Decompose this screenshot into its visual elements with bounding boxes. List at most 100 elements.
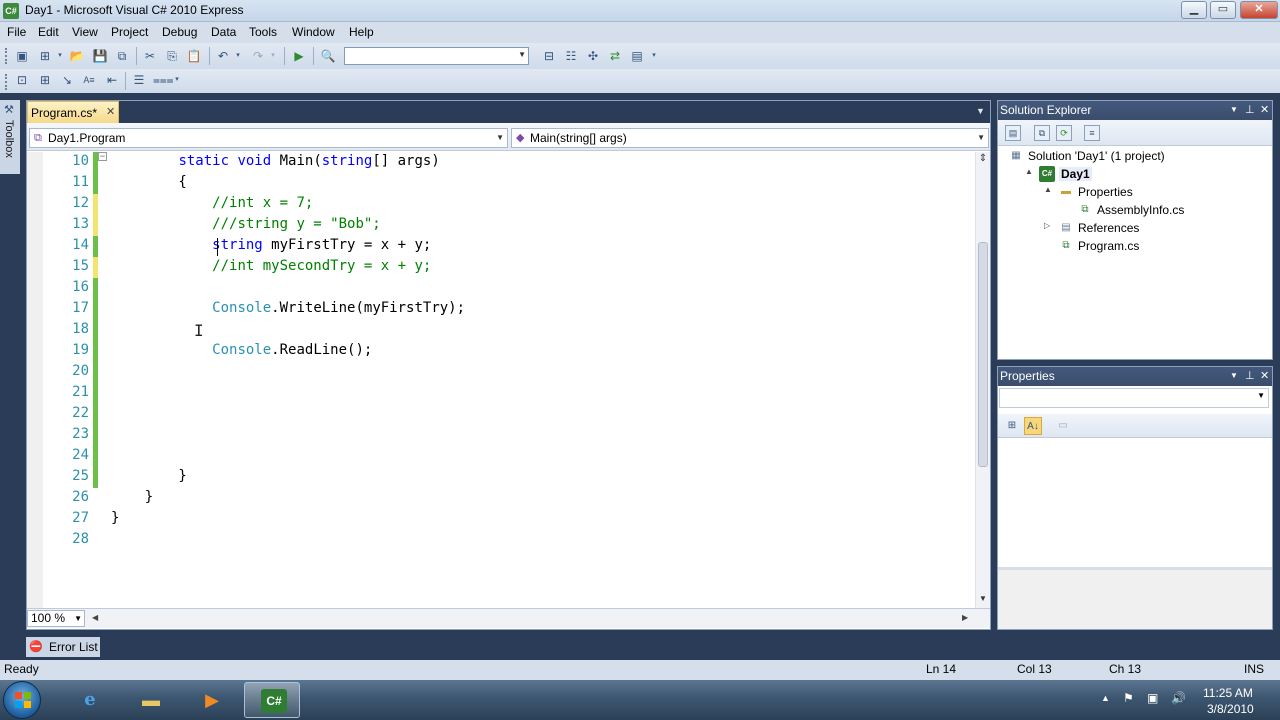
toolbar-grip[interactable] [5, 74, 8, 90]
uncomment-icon[interactable]: ⩶ [153, 72, 174, 88]
code-line[interactable]: 21 [27, 383, 975, 404]
action-center-flag-icon[interactable]: ⚑ [1123, 691, 1134, 705]
network-icon[interactable]: ▣ [1147, 691, 1158, 705]
window-position-icon[interactable]: ▼ [1230, 371, 1238, 380]
code-line[interactable]: 20 [27, 362, 975, 383]
code-line[interactable]: 16 [27, 278, 975, 299]
clock-time[interactable]: 11:25 AM [1203, 686, 1253, 700]
save-icon[interactable]: 💾 [92, 48, 108, 64]
volume-icon[interactable]: 🔊 [1171, 691, 1186, 705]
scroll-right-icon[interactable]: ▶ [962, 613, 968, 622]
redo-icon[interactable]: ↷ [250, 48, 266, 64]
code-line[interactable]: 19 Console.ReadLine(); [27, 341, 975, 362]
taskbar-internet-explorer[interactable]: e [61, 682, 117, 718]
property-pages-icon[interactable]: ▭ [1054, 417, 1072, 435]
menu-edit[interactable]: Edit [38, 25, 59, 39]
collapse-outline-icon[interactable]: − [98, 152, 107, 161]
close-button[interactable]: ✕ [1240, 1, 1278, 19]
zoom-dropdown[interactable]: 100 % ▼ [27, 610, 85, 627]
cut-icon[interactable]: ✂ [142, 48, 158, 64]
code-line[interactable]: 13 ///string y = "Bob"; [27, 215, 975, 236]
code-line[interactable]: 10 static void Main(string[] args) [27, 152, 975, 173]
menu-file[interactable]: File [7, 25, 26, 39]
word-completion-icon[interactable]: A≡ [81, 72, 97, 88]
taskbar-visual-csharp[interactable]: C# [244, 682, 300, 718]
save-all-icon[interactable]: ⧉ [114, 48, 130, 64]
code-line[interactable]: 22 [27, 404, 975, 425]
show-hidden-icons-icon[interactable]: ▲ [1101, 693, 1110, 703]
close-icon[interactable]: ✕ [106, 105, 115, 118]
find-combo[interactable]: ▼ [344, 47, 529, 65]
paste-icon[interactable]: 📋 [186, 48, 202, 64]
menu-data[interactable]: Data [211, 25, 236, 39]
clock-date[interactable]: 3/8/2010 [1207, 702, 1254, 716]
open-file-icon[interactable]: 📂 [69, 48, 85, 64]
tab-program-cs[interactable]: Program.cs* ✕ [27, 101, 119, 123]
find-in-files-icon[interactable]: 🔍 [320, 48, 336, 64]
code-line[interactable]: 27} [27, 509, 975, 530]
code-line[interactable]: 12 //int x = 7; [27, 194, 975, 215]
code-line[interactable]: 11 { [27, 173, 975, 194]
toolbar-grip[interactable] [5, 48, 8, 64]
start-page-icon[interactable]: ⇄ [607, 48, 623, 64]
alphabetical-icon[interactable]: A↓ [1024, 417, 1042, 435]
code-line[interactable]: 23 [27, 425, 975, 446]
object-members-icon[interactable]: ⊡ [14, 72, 30, 88]
close-icon[interactable]: ✕ [1260, 369, 1269, 382]
menu-window[interactable]: Window [292, 25, 335, 39]
code-line[interactable]: 25 } [27, 467, 975, 488]
code-line[interactable]: 26 } [27, 488, 975, 509]
start-debugging-icon[interactable]: ▶ [291, 48, 307, 64]
menu-help[interactable]: Help [349, 25, 374, 39]
code-line[interactable]: 24 [27, 446, 975, 467]
toolbox-tab[interactable]: ⚒ Toolbox [0, 100, 20, 174]
categorized-icon[interactable]: ⊞ [1003, 417, 1021, 435]
code-line[interactable]: 17 Console.WriteLine(myFirstTry); [27, 299, 975, 320]
member-dropdown[interactable]: ◆ Main(string[] args) ▼ [511, 128, 989, 148]
redo-dropdown-icon[interactable]: ▾ [269, 48, 277, 64]
code-line[interactable]: 15 //int mySecondTry = x + y; [27, 257, 975, 278]
code-line[interactable]: 18 [27, 320, 975, 341]
close-icon[interactable]: ✕ [1260, 103, 1269, 116]
start-button[interactable] [3, 681, 41, 719]
expand-arrow-icon[interactable]: ▷ [1044, 221, 1054, 230]
add-item-dropdown-icon[interactable]: ▾ [56, 48, 64, 64]
view-class-diagram-icon[interactable]: ≡ [1084, 125, 1100, 141]
refresh-icon[interactable]: ⟳ [1056, 125, 1072, 141]
properties-icon[interactable]: ▤ [1005, 125, 1021, 141]
undo-dropdown-icon[interactable]: ▾ [234, 48, 242, 64]
menu-debug[interactable]: Debug [162, 25, 197, 39]
show-all-files-icon[interactable]: ⧉ [1034, 125, 1050, 141]
scroll-thumb[interactable] [978, 242, 988, 467]
code-line[interactable]: 14 string myFirstTry = x + y; [27, 236, 975, 257]
parameter-info-icon[interactable]: ⊞ [37, 72, 53, 88]
new-project-icon[interactable]: ▣ [14, 48, 30, 64]
minimize-button[interactable]: ▁ [1181, 1, 1207, 19]
decrease-indent-icon[interactable]: ⇤ [104, 72, 120, 88]
object-selector-dropdown[interactable]: ▼ [999, 388, 1269, 408]
splitter-icon[interactable]: ⇕ [978, 154, 988, 164]
collapse-arrow-icon[interactable]: ▲ [1044, 185, 1054, 194]
menu-tools[interactable]: Tools [249, 25, 277, 39]
quick-info-icon[interactable]: ↘ [59, 72, 75, 88]
solution-explorer-toolbar-icon[interactable]: ⊟ [541, 48, 557, 64]
class-dropdown[interactable]: ⧉ Day1.Program ▼ [29, 128, 508, 148]
window-position-icon[interactable]: ▼ [1230, 105, 1238, 114]
menu-project[interactable]: Project [111, 25, 148, 39]
toolbar-options-icon[interactable]: ▾ [650, 48, 658, 64]
auto-hide-pin-icon[interactable]: ⊥ [1245, 103, 1255, 116]
vertical-scrollbar[interactable]: ⇕ ▼ [975, 152, 990, 612]
menu-view[interactable]: View [72, 25, 98, 39]
taskbar-windows-explorer[interactable]: ▬ [122, 682, 178, 718]
code-line[interactable]: 28 [27, 530, 975, 551]
scroll-down-icon[interactable]: ▼ [979, 594, 987, 603]
active-files-dropdown-icon[interactable]: ▼ [976, 106, 985, 116]
toolbox-toolbar-icon[interactable]: ▤ [629, 48, 645, 64]
toolbar-options-icon[interactable]: ▾ [173, 72, 181, 88]
error-list-tab[interactable]: ⛔ Error List [26, 637, 100, 657]
add-item-icon[interactable]: ⊞ [37, 48, 53, 64]
code-text-area[interactable]: 10 static void Main(string[] args) 11 {12… [27, 152, 975, 612]
maximize-button[interactable]: ▭ [1210, 1, 1236, 19]
auto-hide-pin-icon[interactable]: ⊥ [1245, 369, 1255, 382]
taskbar-media-player[interactable]: ▶ [183, 682, 239, 718]
